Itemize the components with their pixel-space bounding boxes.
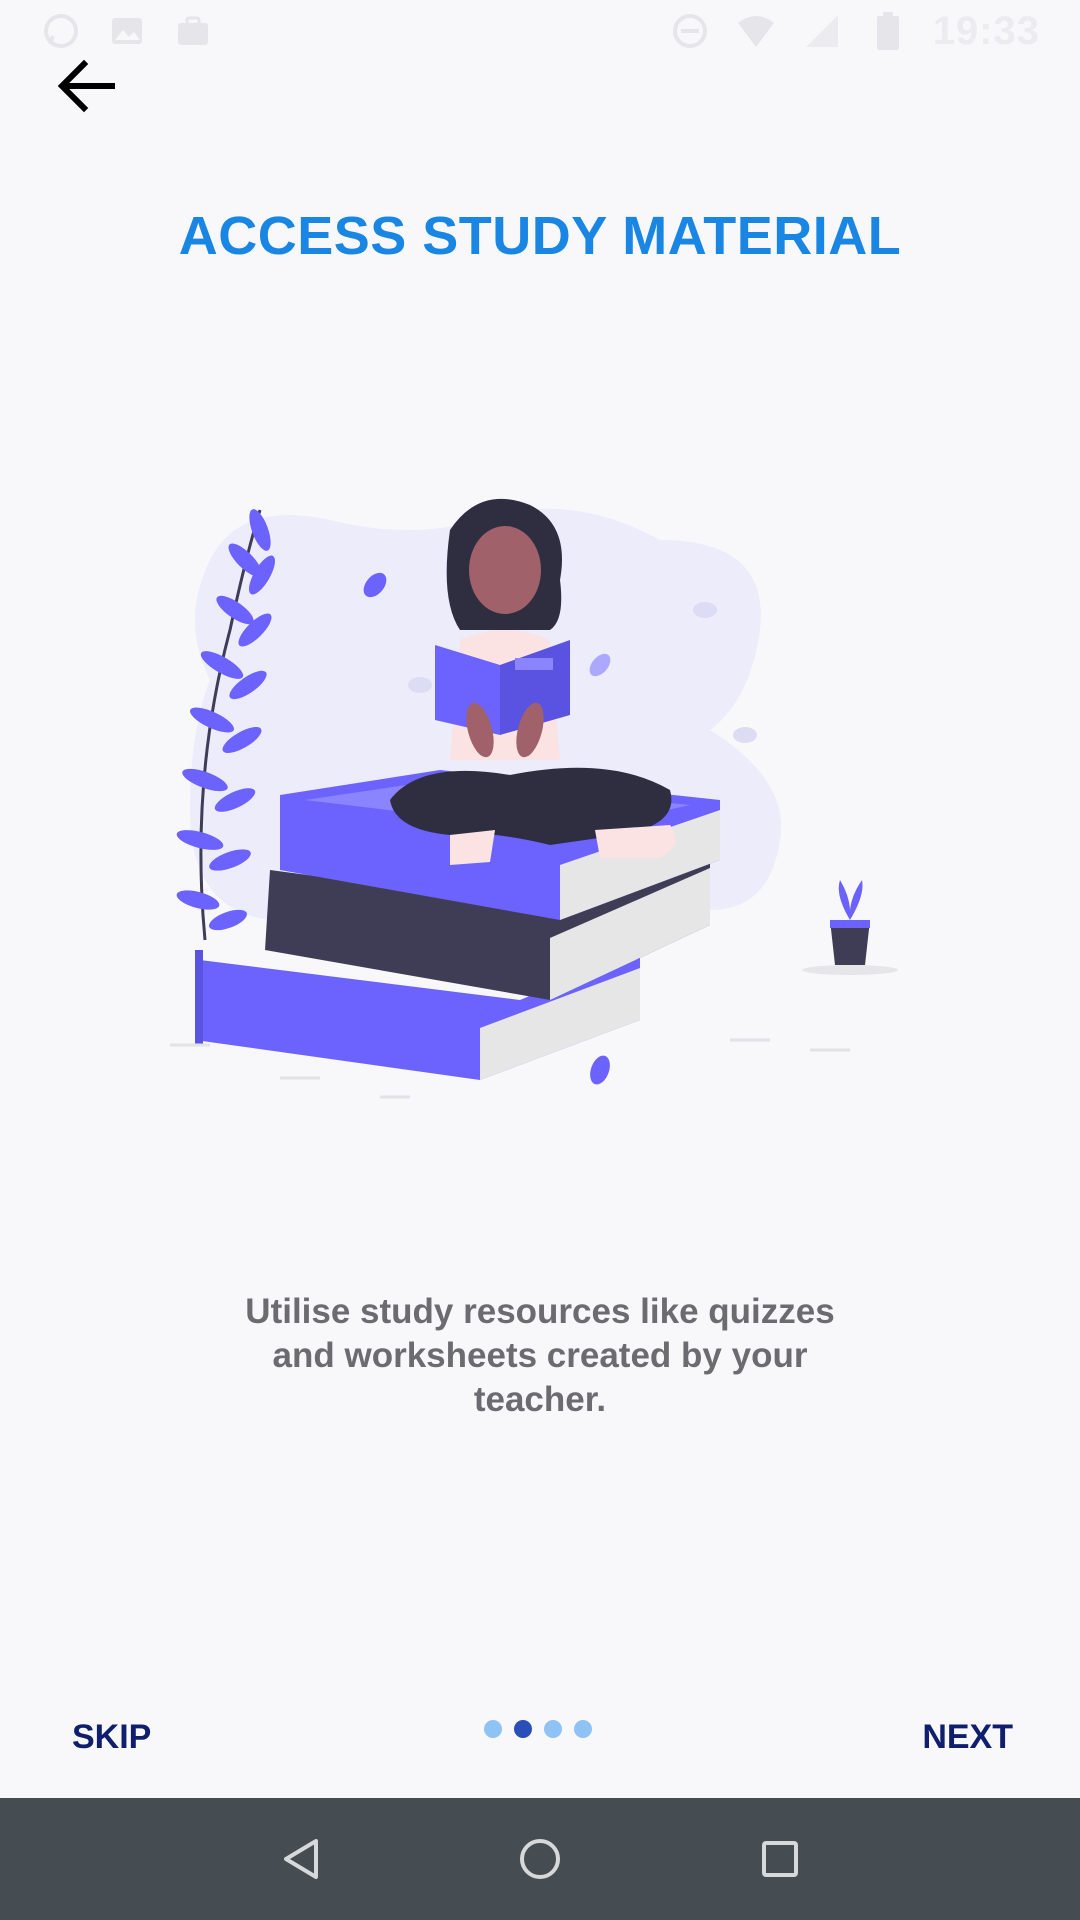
page-dot-2-active[interactable] [514, 1720, 532, 1738]
nav-recents-button[interactable] [745, 1824, 815, 1894]
page-indicator [484, 1720, 592, 1738]
wifi-icon [735, 10, 777, 52]
nav-back-button[interactable] [265, 1824, 335, 1894]
back-button[interactable] [50, 50, 122, 122]
whatsapp-icon [40, 10, 82, 52]
page-dot-3[interactable] [544, 1720, 562, 1738]
page-dot-4[interactable] [574, 1720, 592, 1738]
signal-icon [801, 10, 843, 52]
home-circle-icon [520, 1839, 560, 1879]
page-title: ACCESS STUDY MATERIAL [178, 206, 902, 266]
woman-reading-on-books-illustration [150, 480, 930, 1100]
onboarding-footer: SKIP NEXT [0, 1668, 1080, 1798]
image-icon [106, 10, 148, 52]
next-button[interactable]: NEXT [922, 1718, 1013, 1757]
do-not-disturb-icon [669, 10, 711, 52]
back-triangle-icon [284, 1839, 318, 1879]
page-dot-1[interactable] [484, 1720, 502, 1738]
status-bar: 19:33 [0, 0, 1080, 62]
nav-home-button[interactable] [505, 1824, 575, 1894]
recents-square-icon [762, 1841, 798, 1877]
arrow-left-icon [57, 59, 115, 113]
onboarding-description: Utilise study resources like quizzes and… [245, 1292, 835, 1419]
status-time: 19:33 [932, 8, 1040, 53]
status-left-icons [40, 10, 214, 52]
system-navigation-bar [0, 1798, 1080, 1920]
skip-button[interactable]: SKIP [72, 1718, 151, 1757]
status-right-icons: 19:33 [669, 9, 1040, 54]
battery-icon [867, 10, 909, 52]
briefcase-icon [172, 10, 214, 52]
